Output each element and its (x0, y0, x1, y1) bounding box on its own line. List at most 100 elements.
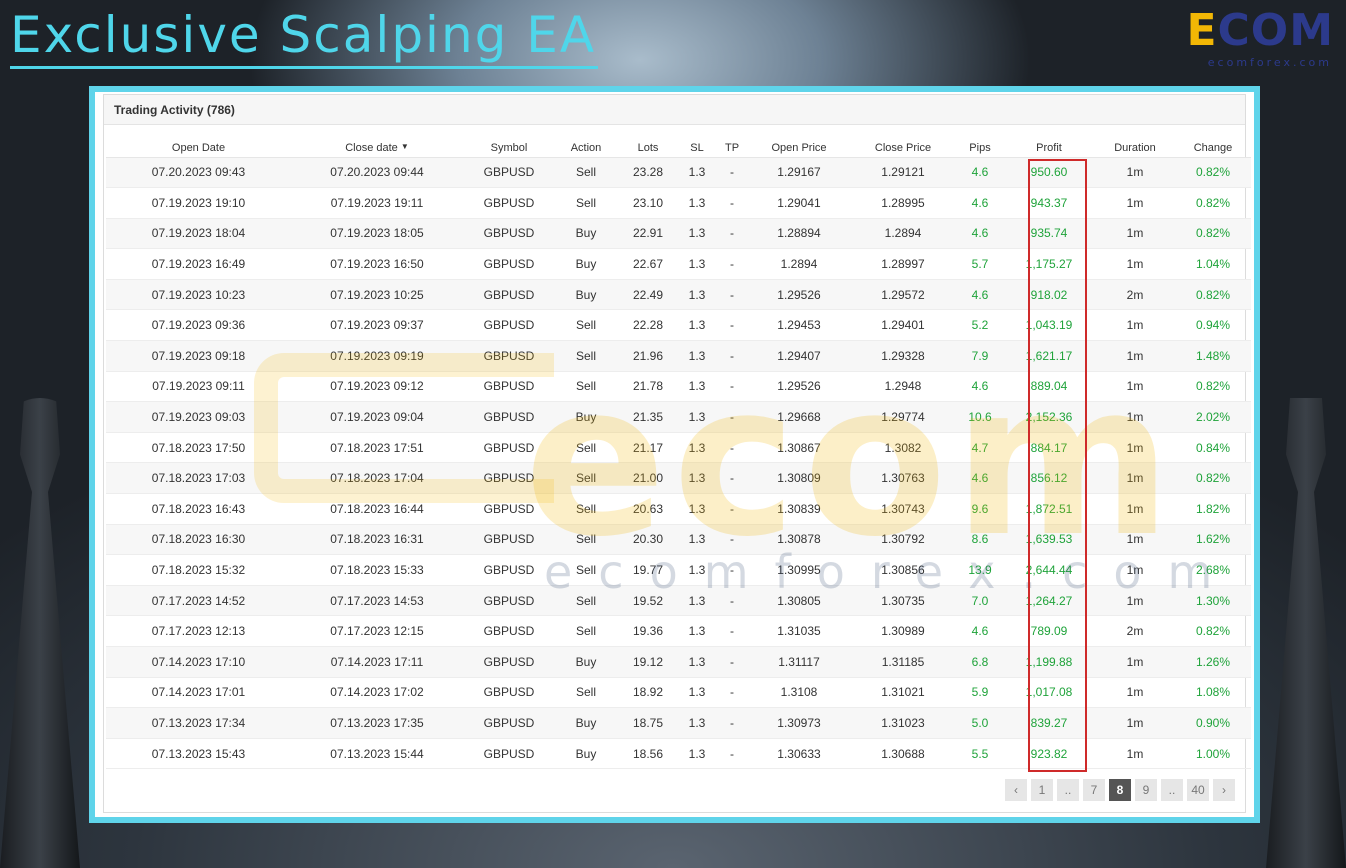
cell-pips: 5.0 (957, 707, 1003, 739)
cell-sl: 1.3 (679, 585, 715, 617)
cell-action: Sell (555, 340, 617, 372)
table-row: 07.13.2023 15:43 07.13.2023 15:44 GBPUSD Bu… (106, 738, 1251, 770)
column-header-pips[interactable]: Pips (957, 125, 1003, 158)
table-body: 07.20.2023 09:43 07.20.2023 09:44 GBPUSD Se… (106, 157, 1251, 770)
cell-profit: 1,264.27 (1003, 585, 1095, 617)
column-header-change[interactable]: Change (1175, 125, 1251, 158)
cell-change: 0.90% (1175, 707, 1251, 739)
cell-tp: - (715, 738, 749, 770)
cell-close-price: 1.29401 (849, 309, 957, 342)
cell-pips: 10.6 (957, 401, 1003, 433)
cell-open-price: 1.30867 (749, 432, 849, 464)
cell-open-date: 07.14.2023 17:01 (106, 677, 291, 709)
cell-profit: 2,644.44 (1003, 554, 1095, 586)
cell-close-price: 1.31023 (849, 707, 957, 739)
chess-piece-decoration-left (0, 398, 80, 868)
cell-duration: 2m (1095, 279, 1175, 311)
cell-close-price: 1.30763 (849, 462, 957, 495)
cell-profit: 889.04 (1003, 371, 1095, 403)
pagination-page-9[interactable]: 9 (1135, 779, 1157, 801)
cell-sl: 1.3 (679, 677, 715, 709)
column-header-duration[interactable]: Duration (1095, 125, 1175, 158)
cell-sl: 1.3 (679, 554, 715, 586)
cell-duration: 1m (1095, 248, 1175, 280)
cell-open-price: 1.29407 (749, 340, 849, 372)
cell-duration: 1m (1095, 218, 1175, 250)
cell-sl: 1.3 (679, 615, 715, 647)
cell-symbol: GBPUSD (463, 401, 555, 433)
cell-close-price: 1.2948 (849, 371, 957, 403)
pagination-next-button[interactable]: › (1213, 779, 1235, 801)
cell-lots: 20.30 (617, 524, 679, 556)
cell-duration: 1m (1095, 646, 1175, 678)
pagination-page-1[interactable]: 1 (1031, 779, 1053, 801)
cell-close-date: 07.13.2023 17:35 (291, 707, 463, 739)
cell-pips: 4.6 (957, 615, 1003, 647)
cell-close-date: 07.17.2023 14:53 (291, 585, 463, 617)
column-header-tp[interactable]: TP (715, 125, 749, 158)
column-header-open-date[interactable]: Open Date (106, 125, 291, 158)
cell-lots: 18.75 (617, 707, 679, 739)
cell-lots: 18.56 (617, 738, 679, 770)
cell-profit: 918.02 (1003, 279, 1095, 311)
cell-tp: - (715, 279, 749, 311)
column-header-lots[interactable]: Lots (617, 125, 679, 158)
cell-sl: 1.3 (679, 218, 715, 250)
cell-close-date: 07.14.2023 17:11 (291, 646, 463, 678)
column-header-open-price[interactable]: Open Price (749, 125, 849, 158)
pagination-page-7[interactable]: 7 (1083, 779, 1105, 801)
cell-pips: 4.6 (957, 371, 1003, 403)
sort-desc-icon: ▼ (400, 141, 409, 151)
trading-activity-table: Open Date Close date ▼ Symbol Action Lot… (106, 125, 1251, 770)
cell-symbol: GBPUSD (463, 157, 555, 189)
column-header-action[interactable]: Action (555, 125, 617, 158)
cell-change: 0.82% (1175, 187, 1251, 219)
table-row: 07.19.2023 19:10 07.19.2023 19:11 GBPUSD Se… (106, 187, 1251, 219)
cell-sl: 1.3 (679, 707, 715, 739)
cell-open-price: 1.29526 (749, 279, 849, 311)
table-row: 07.19.2023 09:18 07.19.2023 09:19 GBPUSD Se… (106, 340, 1251, 372)
cell-open-date: 07.18.2023 16:43 (106, 493, 291, 525)
column-header-close-price[interactable]: Close Price (849, 125, 957, 158)
cell-open-date: 07.14.2023 17:10 (106, 646, 291, 678)
cell-close-price: 1.31185 (849, 646, 957, 678)
cell-lots: 22.91 (617, 218, 679, 250)
cell-close-price: 1.30792 (849, 524, 957, 556)
cell-action: Sell (555, 371, 617, 403)
column-header-close-date[interactable]: Close date ▼ (291, 125, 463, 158)
cell-pips: 8.6 (957, 524, 1003, 556)
cell-open-date: 07.19.2023 16:49 (106, 248, 291, 280)
cell-pips: 5.7 (957, 248, 1003, 280)
ecom-logo: ECOM ecomforex.com (1142, 6, 1334, 70)
cell-close-price: 1.31021 (849, 677, 957, 709)
cell-close-date: 07.19.2023 09:04 (291, 401, 463, 433)
pagination-page-8-current[interactable]: 8 (1109, 779, 1131, 801)
cell-symbol: GBPUSD (463, 738, 555, 770)
cell-sl: 1.3 (679, 187, 715, 219)
cell-open-date: 07.20.2023 09:43 (106, 157, 291, 189)
cell-symbol: GBPUSD (463, 340, 555, 372)
cell-symbol: GBPUSD (463, 615, 555, 647)
cell-lots: 19.52 (617, 585, 679, 617)
cell-change: 0.82% (1175, 279, 1251, 311)
column-header-profit[interactable]: Profit (1003, 125, 1095, 158)
cell-pips: 9.6 (957, 493, 1003, 525)
column-header-symbol[interactable]: Symbol (463, 125, 555, 158)
cell-duration: 1m (1095, 554, 1175, 586)
table-row: 07.18.2023 17:03 07.18.2023 17:04 GBPUSD Se… (106, 462, 1251, 495)
cell-symbol: GBPUSD (463, 309, 555, 342)
chess-piece-decoration-right (1266, 398, 1346, 868)
cell-close-date: 07.18.2023 16:44 (291, 493, 463, 525)
cell-open-date: 07.19.2023 10:23 (106, 279, 291, 311)
cell-change: 0.82% (1175, 371, 1251, 403)
cell-profit: 856.12 (1003, 462, 1095, 495)
pagination-prev-button[interactable]: ‹ (1005, 779, 1027, 801)
table-row: 07.19.2023 18:04 07.19.2023 18:05 GBPUSD Bu… (106, 218, 1251, 250)
column-header-sl[interactable]: SL (679, 125, 715, 158)
cell-tp: - (715, 646, 749, 678)
cell-close-date: 07.14.2023 17:02 (291, 677, 463, 709)
pagination-page-40[interactable]: 40 (1187, 779, 1209, 801)
cell-open-price: 1.29167 (749, 157, 849, 189)
cell-change: 0.94% (1175, 309, 1251, 342)
cell-tp: - (715, 157, 749, 189)
